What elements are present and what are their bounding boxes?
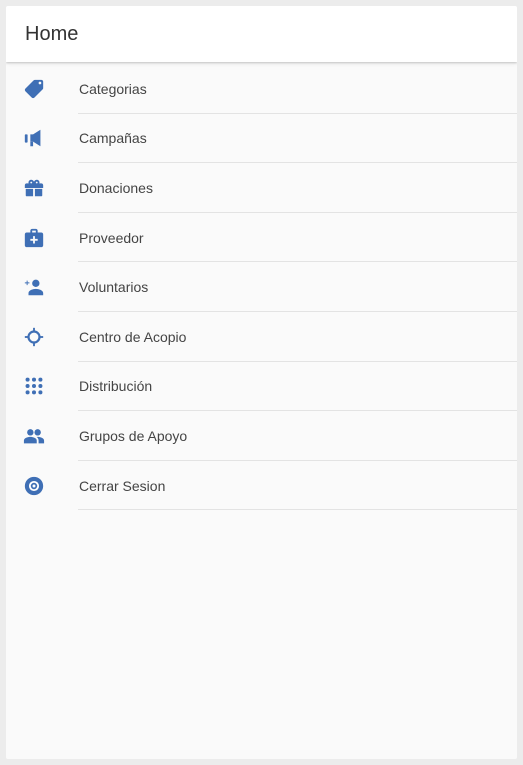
menu-item-label: Categorias xyxy=(79,80,147,97)
menu-item-label: Distribución xyxy=(79,378,153,395)
menu-item-label: Donaciones xyxy=(79,179,153,196)
menu-item-grupos-apoyo[interactable]: Grupos de Apoyo xyxy=(6,411,517,461)
gift-icon xyxy=(22,176,46,200)
person-add-icon xyxy=(22,275,46,299)
tag-icon xyxy=(22,77,46,101)
menu-item-label: Proveedor xyxy=(79,229,144,246)
menu-item-campanas[interactable]: Campañas xyxy=(6,114,517,164)
crosshair-icon xyxy=(22,325,46,349)
app-screen: Home Categorias Campañas Donaciones Prov… xyxy=(6,6,517,759)
menu-item-label: Cerrar Sesion xyxy=(79,477,166,494)
medical-bag-icon xyxy=(22,226,46,250)
apps-grid-icon xyxy=(22,374,46,398)
megaphone-icon xyxy=(22,126,46,150)
menu-item-label: Campañas xyxy=(79,130,147,147)
menu-item-centro-acopio[interactable]: Centro de Acopio xyxy=(6,312,517,362)
menu-item-cerrar-sesion[interactable]: Cerrar Sesion xyxy=(6,461,517,511)
menu-item-label: Centro de Acopio xyxy=(79,328,187,345)
menu-item-donaciones[interactable]: Donaciones xyxy=(6,163,517,213)
menu-item-label: Grupos de Apoyo xyxy=(79,427,188,444)
main-menu: Categorias Campañas Donaciones Proveedor… xyxy=(6,62,517,510)
menu-item-voluntarios[interactable]: Voluntarios xyxy=(6,262,517,312)
app-bar: Home xyxy=(6,6,517,62)
menu-item-distribucion[interactable]: Distribución xyxy=(6,362,517,412)
logout-circle-icon xyxy=(22,474,46,498)
people-icon xyxy=(22,424,46,448)
menu-item-categorias[interactable]: Categorias xyxy=(6,64,517,114)
menu-item-proveedor[interactable]: Proveedor xyxy=(6,213,517,263)
menu-item-label: Voluntarios xyxy=(79,279,149,296)
page-title: Home xyxy=(25,22,79,45)
